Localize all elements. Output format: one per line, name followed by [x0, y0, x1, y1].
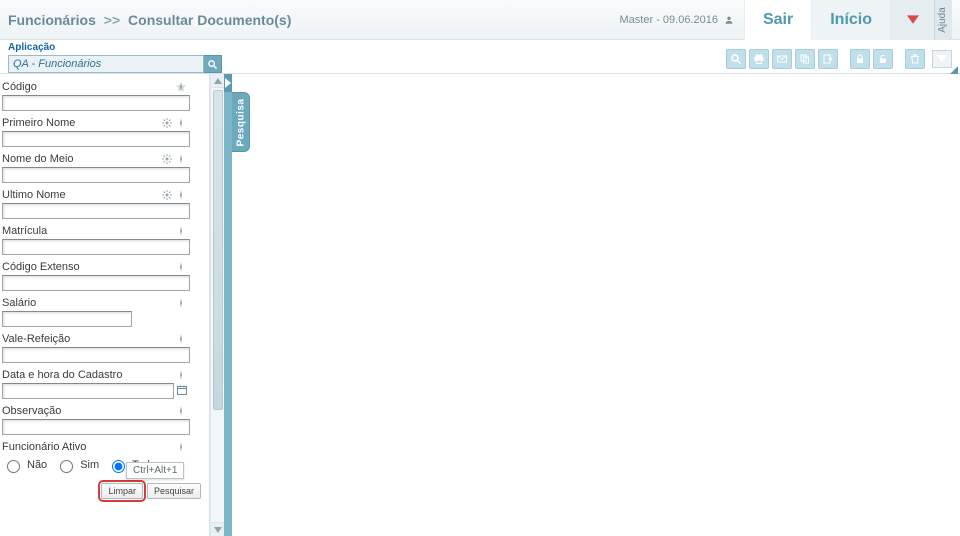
help-strip[interactable]: Ajuda [934, 0, 952, 40]
nome-meio-input[interactable] [2, 167, 190, 183]
clear-field-icon[interactable] [175, 189, 187, 201]
application-label: Aplicação [8, 42, 55, 53]
user-icon [724, 15, 734, 25]
data-cadastro-input[interactable] [2, 383, 174, 399]
toolbar-print-button[interactable] [749, 49, 769, 69]
clear-field-icon[interactable] [175, 405, 187, 417]
shortcut-tooltip: Ctrl+Alt+1 [126, 462, 184, 479]
primeiro-nome-input[interactable] [2, 131, 190, 147]
toolbar [726, 49, 952, 69]
clear-field-icon[interactable] [175, 117, 187, 129]
copy-icon [799, 53, 811, 65]
nome-meio-label: Nome do Meio [2, 153, 74, 165]
help-label: Ajuda [937, 7, 948, 33]
breadcrumb-page: Consultar Documento(s) [128, 12, 291, 28]
ativo-label: Funcionário Ativo [2, 441, 86, 453]
scroll-down-arrow[interactable] [211, 522, 225, 536]
print-icon [753, 53, 765, 65]
clear-field-icon[interactable] [175, 225, 187, 237]
salario-label: Salário [2, 297, 36, 309]
toolbar-more-button[interactable] [932, 50, 952, 68]
codigo-label: Código [2, 81, 37, 93]
panel-scrollbar[interactable] [210, 74, 224, 536]
clear-field-icon[interactable] [175, 153, 187, 165]
panel-collapse-button[interactable] [224, 74, 232, 92]
gear-icon[interactable] [161, 117, 173, 129]
content-area [232, 74, 960, 536]
calendar-icon[interactable] [176, 384, 188, 396]
unlock-icon [877, 53, 889, 65]
clear-field-icon[interactable] [175, 261, 187, 273]
data-cadastro-label: Data e hora do Cadastro [2, 369, 122, 381]
toolbar-lock-button[interactable] [850, 49, 870, 69]
toolbar-export-button[interactable] [818, 49, 838, 69]
caret-down-icon [907, 12, 919, 28]
ultimo-nome-label: Ultimo Nome [2, 189, 66, 201]
pesquisa-tab-label: Pesquisa [235, 98, 246, 146]
codigo-extenso-input[interactable] [2, 275, 190, 291]
observacao-label: Observação [2, 405, 61, 417]
gear-icon[interactable] [161, 189, 173, 201]
observacao-input[interactable] [2, 419, 190, 435]
breadcrumb: Funcionários >> Consultar Documento(s) [8, 12, 291, 28]
search-icon [730, 53, 742, 65]
salario-input[interactable] [2, 311, 132, 327]
clear-button[interactable]: Limpar [101, 483, 143, 499]
clear-field-icon[interactable] [175, 441, 187, 453]
application-search-button[interactable] [204, 55, 222, 73]
codigo-input[interactable] [2, 95, 190, 111]
ativo-option-nao[interactable]: Não [27, 459, 47, 471]
ultimo-nome-input[interactable] [2, 203, 190, 219]
lock-icon [854, 53, 866, 65]
gear-icon[interactable] [161, 153, 173, 165]
home-button[interactable]: Início [811, 0, 890, 40]
ativo-radio-sim[interactable] [60, 460, 73, 473]
scroll-thumb[interactable] [213, 90, 223, 410]
user-info: Master - 09.06.2016 [620, 14, 744, 26]
mail-icon [776, 53, 788, 65]
ativo-radio-todos[interactable] [112, 460, 125, 473]
caret-down-icon [937, 55, 947, 63]
application-combo-input[interactable] [8, 55, 204, 73]
search-icon [207, 59, 218, 70]
chevron-up-icon [214, 78, 222, 84]
main-area: Código Primeiro Nome [0, 74, 960, 536]
user-info-text: Master - 09.06.2016 [620, 14, 718, 26]
breadcrumb-separator: >> [104, 12, 120, 28]
toolbar-unlock-button[interactable] [873, 49, 893, 69]
logout-button[interactable]: Sair [744, 0, 811, 40]
application-combo[interactable] [8, 55, 222, 73]
resize-corner-icon[interactable] [950, 66, 958, 74]
pesquisa-tab[interactable]: Pesquisa [232, 92, 250, 152]
breadcrumb-section[interactable]: Funcionários [8, 12, 96, 28]
matricula-input[interactable] [2, 239, 190, 255]
chevron-left-icon [225, 78, 231, 88]
toolbar-search-button[interactable] [726, 49, 746, 69]
search-button[interactable]: Pesquisar [147, 483, 201, 499]
panel-collapse-rail [224, 74, 232, 536]
clear-field-icon[interactable] [175, 333, 187, 345]
clear-field-icon[interactable] [175, 81, 187, 93]
header-menu-toggle[interactable] [890, 0, 934, 40]
matricula-label: Matrícula [2, 225, 47, 237]
search-panel: Código Primeiro Nome [0, 74, 210, 536]
clear-field-icon[interactable] [175, 297, 187, 309]
scroll-up-arrow[interactable] [211, 74, 225, 88]
chevron-down-icon [214, 527, 222, 533]
toolbar-copy-button[interactable] [795, 49, 815, 69]
ativo-radio-nao[interactable] [7, 460, 20, 473]
toolbar-delete-button[interactable] [905, 49, 925, 69]
top-bar: Funcionários >> Consultar Documento(s) M… [0, 0, 960, 40]
trash-icon [909, 53, 921, 65]
ativo-option-sim[interactable]: Sim [80, 459, 99, 471]
application-bar: Aplicação [0, 40, 960, 74]
vale-refeicao-label: Vale-Refeição [2, 333, 70, 345]
primeiro-nome-label: Primeiro Nome [2, 117, 75, 129]
toolbar-mail-button[interactable] [772, 49, 792, 69]
codigo-extenso-label: Código Extenso [2, 261, 80, 273]
vale-refeicao-input[interactable] [2, 347, 190, 363]
clear-field-icon[interactable] [175, 369, 187, 381]
export-icon [822, 53, 834, 65]
